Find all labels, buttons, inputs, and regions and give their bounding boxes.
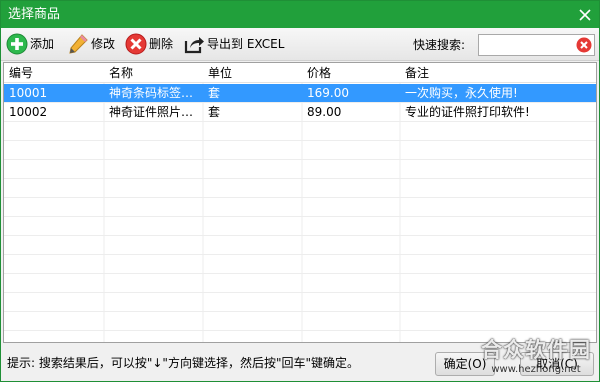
cell-remark: 专业的证件照打印软件! bbox=[405, 105, 530, 119]
select-product-dialog: 选择商品 添加 修改 删除 导出到 EXCEL 快速搜索: 编号 名称 单位 价… bbox=[0, 0, 600, 382]
close-icon bbox=[579, 9, 591, 21]
delete-button[interactable]: 删除 bbox=[125, 32, 173, 56]
status-bar: 提示: 搜索结果后，可以按"↓"方向键选择，然后按"回车"键确定。 确定(O) … bbox=[1, 345, 599, 381]
cancel-button[interactable]: 取消(C) bbox=[520, 352, 594, 376]
add-icon bbox=[6, 33, 28, 55]
col-header-id[interactable]: 编号 bbox=[4, 64, 104, 82]
add-label: 添加 bbox=[30, 37, 55, 51]
cell-price: 169.00 bbox=[307, 86, 349, 100]
delete-icon bbox=[125, 33, 147, 55]
cell-id: 10001 bbox=[9, 86, 48, 100]
export-excel-button[interactable]: 导出到 EXCEL bbox=[183, 32, 284, 56]
cell-id: 10002 bbox=[9, 105, 48, 119]
table-row[interactable]: 10002 神奇证件照片… 套 89.00 专业的证件照打印软件! bbox=[4, 103, 596, 121]
cell-unit: 套 bbox=[208, 105, 221, 119]
title-bar: 选择商品 bbox=[1, 1, 599, 28]
hint-text: 提示: 搜索结果后，可以按"↓"方向键选择，然后按"回车"键确定。 bbox=[7, 356, 359, 370]
add-button[interactable]: 添加 bbox=[6, 32, 54, 56]
col-header-price[interactable]: 价格 bbox=[302, 64, 400, 82]
export-label: 导出到 EXCEL bbox=[207, 37, 285, 51]
window-title: 选择商品 bbox=[8, 7, 61, 22]
cell-unit: 套 bbox=[208, 86, 221, 100]
col-header-unit[interactable]: 单位 bbox=[203, 64, 302, 82]
cell-name: 神奇证件照片… bbox=[109, 105, 194, 119]
clear-search-icon[interactable] bbox=[576, 37, 592, 53]
table-row[interactable]: 10001 神奇条码标签… 套 169.00 一次购买，永久使用! bbox=[4, 84, 596, 102]
export-icon bbox=[184, 37, 204, 54]
col-header-remark[interactable]: 备注 bbox=[400, 64, 596, 82]
pencil-icon bbox=[69, 34, 88, 54]
search-input[interactable] bbox=[481, 37, 573, 53]
toolbar: 添加 修改 删除 导出到 EXCEL 快速搜索: bbox=[1, 28, 599, 61]
search-label: 快速搜索: bbox=[413, 38, 466, 52]
table-header: 编号 名称 单位 价格 备注 bbox=[4, 63, 596, 83]
cell-remark: 一次购买，永久使用! bbox=[405, 86, 518, 100]
col-header-name[interactable]: 名称 bbox=[104, 64, 203, 82]
confirm-button[interactable]: 确定(O) bbox=[435, 352, 495, 376]
edit-label: 修改 bbox=[91, 37, 116, 51]
cell-price: 89.00 bbox=[307, 105, 342, 119]
search-field[interactable] bbox=[478, 34, 595, 56]
product-table: 编号 名称 单位 价格 备注 10001 神奇条码标签… 套 169.00 一次… bbox=[3, 62, 597, 343]
delete-label: 删除 bbox=[149, 37, 174, 51]
cell-name: 神奇条码标签… bbox=[109, 86, 194, 100]
close-button[interactable] bbox=[575, 5, 595, 25]
edit-button[interactable]: 修改 bbox=[67, 32, 115, 56]
